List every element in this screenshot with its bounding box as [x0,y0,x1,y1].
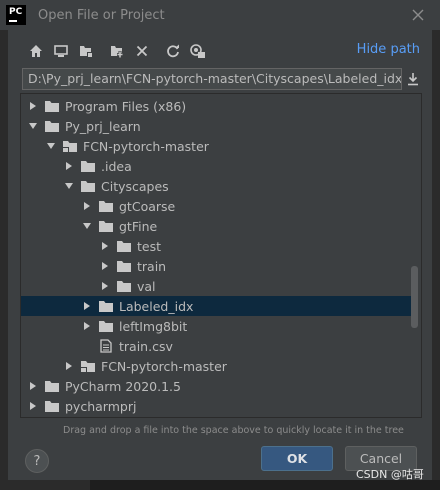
watermark: CSDN @咕哥 [356,468,424,481]
tree-item[interactable]: gtFine [21,216,411,236]
tree-item[interactable]: PyCharm 2020.1.5 [21,376,411,396]
tree-item[interactable]: FCN-pytorch-master [21,356,411,376]
new-folder-icon [111,46,123,58]
tree-item-label: train [137,258,167,274]
collapsed-arrow-icon[interactable] [63,360,75,372]
project-folder-button[interactable] [76,41,96,61]
logo-text: PC [9,7,23,17]
tree-item-label: pycharmprj [65,398,137,414]
path-field[interactable]: D:\Py_prj_learn\FCN-pytorch-master\Citys… [22,68,402,90]
tree-item[interactable]: train [21,256,411,276]
folder-icon [80,159,96,173]
folder-icon [116,279,132,293]
tree-item[interactable]: Cityscapes [21,176,411,196]
project-folder-icon [62,139,78,153]
tree-item-label: test [137,238,162,254]
path-history-button[interactable] [404,70,422,88]
tree-item[interactable]: leftImg8bit [21,316,411,336]
desktop-icon [54,45,68,57]
tree-item-label: Labeled_idx [119,298,194,314]
help-button[interactable]: ? [25,449,49,473]
window-title: Open File or Project [38,7,165,23]
expanded-arrow-icon[interactable] [63,180,75,192]
expanded-arrow-icon[interactable] [45,140,57,152]
home-button[interactable] [26,41,46,61]
folder-icon [44,119,60,133]
file-tree[interactable]: Program Files (x86) Py_prj_learn FCN-pytor… [20,93,422,418]
folder-icon [44,399,60,413]
delete-button[interactable] [132,41,152,61]
title-bar: PC Open File or Project [0,0,440,30]
desktop-button[interactable] [51,41,71,61]
close-icon [412,9,424,21]
collapsed-arrow-icon[interactable] [81,300,93,312]
collapsed-arrow-icon[interactable] [63,160,75,172]
tree-item[interactable]: Py_prj_learn [21,116,411,136]
tree-item[interactable]: pycharmprj [21,396,411,416]
folder-icon [98,299,114,313]
home-icon [30,45,42,57]
project-folder-icon [80,46,93,58]
tree-item[interactable]: .idea [21,156,411,176]
tree-item-label: train.csv [119,338,173,354]
expanded-arrow-icon[interactable] [81,220,93,232]
tree-item-label: .idea [101,158,132,174]
tree-item-label: Cityscapes [101,178,169,194]
folder-icon [116,259,132,273]
show-hidden-icon [190,44,205,58]
close-button[interactable] [408,5,428,25]
tree-item-label: PyCharm 2020.1.5 [65,378,181,394]
folder-icon [98,319,114,333]
folder-icon [44,379,60,393]
tree-item-label: Py_prj_learn [65,118,141,134]
tree-item[interactable]: FCN-pytorch-master [21,136,411,156]
hide-path-link[interactable]: Hide path [357,42,420,57]
refresh-button[interactable] [163,41,183,61]
folder-icon [44,99,60,113]
folder-icon [98,219,114,233]
file-icon [98,339,114,353]
project-folder-icon [80,359,96,373]
toolbar [26,40,213,62]
tree-item-label: leftImg8bit [119,318,188,334]
tree-item[interactable]: test [21,236,411,256]
collapsed-arrow-icon[interactable] [81,320,93,332]
tree-item[interactable]: train.csv [21,336,411,356]
collapsed-arrow-icon[interactable] [27,400,39,412]
new-folder-button[interactable] [107,41,127,61]
tree-item[interactable]: Program Files (x86) [21,96,411,116]
dialog: Hide path D:\Py_prj_learn\FCN-pytorch-ma… [8,30,432,480]
collapsed-arrow-icon[interactable] [99,280,111,292]
collapsed-arrow-icon[interactable] [27,380,39,392]
tree-item-label: FCN-pytorch-master [101,358,227,374]
collapsed-arrow-icon[interactable] [81,200,93,212]
collapsed-arrow-icon[interactable] [99,260,111,272]
delete-icon [136,45,148,57]
show-hidden-button[interactable] [188,41,208,61]
ok-button[interactable]: OK [261,446,333,471]
tree-item[interactable]: gtCoarse [21,196,411,216]
collapsed-arrow-icon[interactable] [27,100,39,112]
drag-drop-hint: Drag and drop a file into the space abov… [63,425,404,436]
tree-item[interactable]: val [21,276,411,296]
download-arrow-icon [408,73,418,86]
tree-item-label: Program Files (x86) [65,98,187,114]
folder-icon [116,239,132,253]
tree-item-label: FCN-pytorch-master [83,138,209,154]
tree-scrollbar[interactable] [411,266,418,328]
tree-item-label: val [137,278,156,294]
expanded-arrow-icon[interactable] [27,120,39,132]
tree-item-label: gtCoarse [119,198,176,214]
tree-item-label: gtFine [119,218,158,234]
pycharm-logo-icon: PC [6,5,26,25]
tree-item[interactable]: Labeled_idx [21,296,411,316]
refresh-icon [167,44,179,58]
folder-icon [80,179,96,193]
folder-icon [98,199,114,213]
collapsed-arrow-icon[interactable] [99,240,111,252]
